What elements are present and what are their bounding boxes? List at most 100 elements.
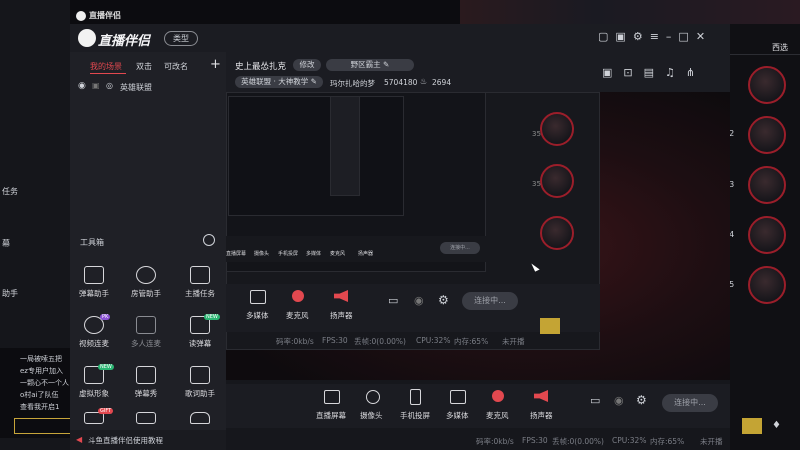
nested-avatar <box>540 216 574 250</box>
inner-start-button[interactable]: 连接中... <box>440 242 480 254</box>
tab-my-scenes[interactable]: 我的场景 <box>90 61 122 72</box>
help-link[interactable]: 斗鱼直播伴侣使用教程 <box>88 435 163 446</box>
chat-box: 一局被嗦五把 ez专用户加入 一颗心不一个人 o村ai了队伍 查看我开启1 <box>0 348 74 438</box>
summoner-avatar <box>748 116 786 154</box>
tool-room-admin[interactable]: 房管助手 <box>116 266 176 299</box>
tab-rename[interactable]: 可改名 <box>164 61 188 72</box>
btn-camera[interactable]: 摄像头 <box>360 410 383 421</box>
status-mem: 内存:65% <box>454 337 489 346</box>
btn-media[interactable]: 多媒体 <box>446 410 469 421</box>
tool-danmu-show[interactable]: 弹幕秀 <box>116 366 176 399</box>
menu-icon[interactable]: ≡ <box>650 30 666 43</box>
category-tag[interactable]: 英雄联盟 · 大神教学 ✎ <box>235 76 323 88</box>
inner-btn-phone[interactable]: 手机投屏 <box>278 250 298 257</box>
room-tag-label: 野区霸主 <box>350 60 381 69</box>
box-icon[interactable]: ▤ <box>644 66 665 79</box>
inner-btn-mic[interactable]: 麦克风 <box>330 250 345 257</box>
tool-video-link[interactable]: 视频连麦 PK <box>64 314 124 349</box>
media-icon <box>250 290 266 304</box>
status-bitrate: 码率:0kb/s <box>276 337 314 346</box>
summoner-avatar <box>748 166 786 204</box>
mode-badge[interactable]: 类型 <box>164 31 198 46</box>
lyrics-icon <box>190 366 210 384</box>
header-actions: ▣⊡▤♫⋔ <box>602 66 706 79</box>
thumbnail-strip <box>460 0 800 24</box>
lock-icon[interactable]: ▣ <box>92 81 100 90</box>
eye-icon[interactable]: ◉ <box>414 294 424 307</box>
tool-label: 视频连麦 <box>79 339 109 348</box>
tool-car[interactable] <box>170 412 230 428</box>
btn-speaker[interactable]: 扬声器 <box>530 410 553 421</box>
mid-start-button[interactable]: 连接中... <box>462 292 518 310</box>
edit-title-button[interactable]: 修改 <box>293 59 321 71</box>
tool-label: 歌词助手 <box>185 389 215 398</box>
mid-btn-mic[interactable]: 麦克风 <box>286 310 309 321</box>
tool-lyrics-helper[interactable]: 歌词助手 <box>170 366 230 399</box>
screen-icon[interactable]: ▣ <box>602 66 623 79</box>
mid-btn-media[interactable]: 多媒体 <box>246 310 269 321</box>
share-icon[interactable]: ⋔ <box>686 66 706 79</box>
tool-gift[interactable]: GIFT <box>64 408 124 428</box>
help-bar: ◀ 斗鱼直播伴侣使用教程 <box>70 430 226 450</box>
summoner-avatar <box>748 216 786 254</box>
settings-icon[interactable]: ⚙ <box>438 293 449 307</box>
status-mem: 内存:65% <box>650 437 685 446</box>
tool-multi-link[interactable]: 多人连麦 <box>116 316 176 349</box>
tool-host-task[interactable]: 主播任务 <box>170 266 230 299</box>
mid-status-bar: 码率:0kb/s FPS:30 丢帧:0(0.00%) CPU:32% 内存:6… <box>226 334 600 348</box>
tool-download[interactable] <box>116 412 176 428</box>
speaker-icon <box>334 290 348 302</box>
thumb-block <box>742 418 762 434</box>
new-badge: NEW <box>204 314 220 320</box>
tool-danmu-helper[interactable]: 弹幕助手 <box>64 266 124 299</box>
room-tag[interactable]: 野区霸主 ✎ <box>326 59 414 71</box>
logo-icon <box>78 29 96 47</box>
start-live-button[interactable]: 连接中... <box>662 394 718 412</box>
tab-double-click[interactable]: 双击 <box>136 61 152 72</box>
pk-badge: PK <box>100 314 111 320</box>
category-label: 英雄联盟 · 大神教学 <box>241 77 309 86</box>
inner-btn-media[interactable]: 多媒体 <box>306 250 321 257</box>
toolbox-title: 工具箱 <box>80 238 104 247</box>
minimize-icon[interactable]: – <box>666 30 679 43</box>
message-icon[interactable]: ▢ <box>598 30 615 43</box>
tool-virtual-avatar[interactable]: 虚拟形象 NEW <box>64 364 124 399</box>
status-cpu: CPU:32% <box>416 336 451 345</box>
edit-icon: ✎ <box>383 60 390 69</box>
screen-share-icon <box>324 390 340 404</box>
inner-btn-camera[interactable]: 摄像头 <box>254 250 269 257</box>
btn-screen-share[interactable]: 直播屏幕 <box>316 410 346 421</box>
bell-icon[interactable]: ♫ <box>665 66 686 79</box>
skin-icon[interactable]: ▣ <box>615 30 632 43</box>
inner-btn-speaker[interactable]: 扬声器 <box>358 250 373 257</box>
speaker-icon: ◀ <box>76 435 83 444</box>
record-icon[interactable]: ▭ <box>388 294 398 307</box>
btn-mic[interactable]: 麦克风 <box>486 410 509 421</box>
status-fps: FPS:30 <box>322 336 348 345</box>
inner-toolbar: 直播屏幕 摄像头 手机投屏 多媒体 麦克风 扬声器 连接中... <box>226 236 486 262</box>
toolbox-more-icon[interactable] <box>203 234 215 246</box>
mid-btn-speaker[interactable]: 扬声器 <box>330 310 353 321</box>
unlock-icon[interactable]: ⊡ <box>623 66 643 79</box>
add-scene-button[interactable]: + <box>210 57 221 72</box>
danmu-icon <box>84 266 104 284</box>
record-icon[interactable]: ▭ <box>590 394 600 407</box>
mic-muted-icon[interactable]: ♦ <box>772 420 781 431</box>
summoner-avatar <box>748 266 786 304</box>
settings-icon[interactable]: ⚙ <box>633 30 650 43</box>
btn-phone-cast[interactable]: 手机投屏 <box>400 410 430 421</box>
tool-label: 主播任务 <box>185 289 215 298</box>
admin-icon <box>136 266 156 284</box>
inner-btn-screen[interactable]: 直播屏幕 <box>226 250 246 257</box>
new-badge: NEW <box>98 364 114 370</box>
close-icon[interactable]: ✕ <box>696 30 712 43</box>
eye-icon[interactable]: ◉ <box>78 81 86 91</box>
stream-title: 史上最怂扎克 <box>235 62 287 72</box>
tool-read-danmu[interactable]: 读弹幕 NEW <box>170 314 230 349</box>
eye-icon[interactable]: ◉ <box>614 394 624 407</box>
left-edge-label: 幕 <box>2 239 10 248</box>
maximize-icon[interactable]: □ <box>678 30 695 43</box>
settings-icon[interactable]: ⚙ <box>636 393 647 407</box>
chat-line: o村ai了队伍 <box>20 391 59 399</box>
scene-row[interactable]: ◉ ▣ ◎ 英雄联盟 <box>76 80 222 94</box>
